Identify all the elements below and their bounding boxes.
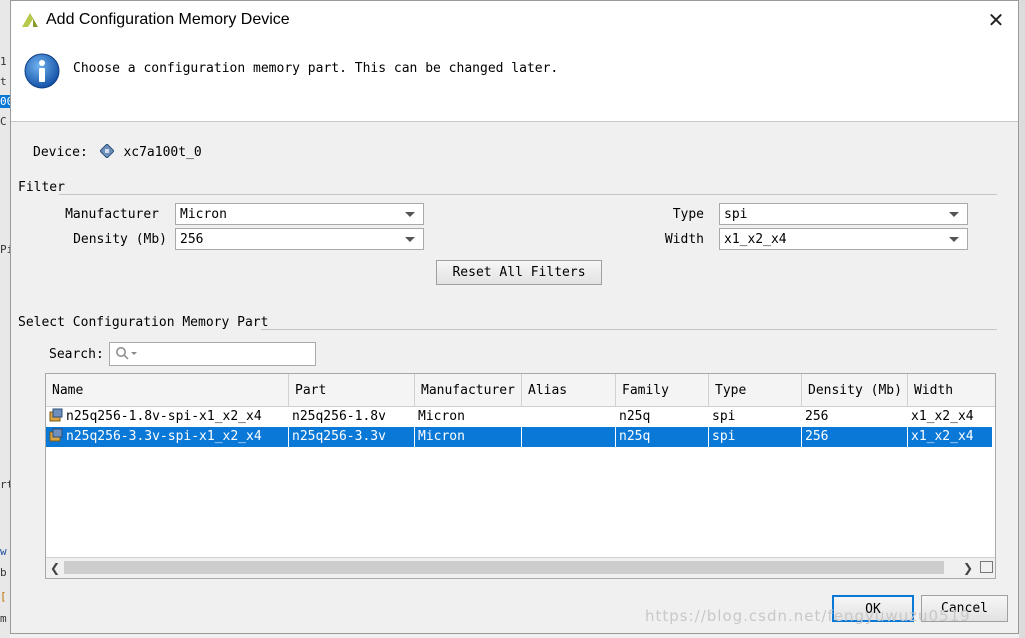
cell-alias <box>522 427 616 447</box>
cell-part: n25q256-3.3v <box>289 427 415 447</box>
memory-part-icon <box>49 408 63 422</box>
cell-density: 256 <box>802 427 908 447</box>
cell-width: x1_x2_x4 <box>911 429 974 444</box>
memory-part-icon <box>49 428 63 442</box>
filter-section-label: Filter <box>18 180 65 195</box>
column-header-width[interactable]: Width <box>908 374 995 406</box>
filter-divider <box>59 194 997 195</box>
column-header-part[interactable]: Part <box>289 374 415 406</box>
search-input[interactable] <box>109 342 316 366</box>
chevron-down-icon <box>949 237 959 242</box>
density-value: 256 <box>180 232 204 247</box>
device-row: Device: xc7a100t_0 <box>33 144 202 160</box>
cell-manufacturer: Micron <box>415 427 522 447</box>
chevron-down-icon <box>405 237 415 242</box>
vivado-logo-icon <box>22 13 38 27</box>
background-fragment: 00 <box>0 95 10 108</box>
close-button[interactable]: ✕ <box>982 7 1010 33</box>
parts-section-label: Select Configuration Memory Part <box>18 315 269 330</box>
column-header-family[interactable]: Family <box>616 374 709 406</box>
title-bar[interactable]: Add Configuration Memory Device ✕ <box>11 1 1018 39</box>
background-fragment: rt <box>0 478 10 491</box>
info-banner: Choose a configuration memory part. This… <box>11 39 1018 122</box>
manufacturer-label: Manufacturer <box>65 207 159 222</box>
column-header-alias[interactable]: Alias <box>522 374 616 406</box>
chevron-down-icon <box>405 212 415 217</box>
cell-alias <box>522 407 616 427</box>
cell-family: n25q <box>616 427 709 447</box>
column-header-type[interactable]: Type <box>709 374 802 406</box>
background-fragment: t <box>0 75 7 88</box>
column-header-name[interactable]: Name <box>46 374 289 406</box>
background-fragment: C <box>0 115 7 128</box>
background-fragment: 1 <box>0 55 7 68</box>
cell-width: x1_x2_x4 <box>911 409 974 424</box>
width-label: Width <box>664 232 704 247</box>
info-icon <box>24 53 60 89</box>
table-header: Name Part Manufacturer Alias Family Type… <box>46 374 995 407</box>
background-fragment: b <box>0 566 7 579</box>
width-value: x1_x2_x4 <box>724 232 787 247</box>
density-select[interactable]: 256 <box>175 228 424 250</box>
parts-table[interactable]: Name Part Manufacturer Alias Family Type… <box>45 373 996 579</box>
column-header-density[interactable]: Density (Mb) <box>802 374 908 406</box>
manufacturer-select[interactable]: Micron <box>175 203 424 225</box>
scrollbar-thumb[interactable] <box>64 561 944 574</box>
type-label: Type <box>672 207 704 222</box>
banner-message: Choose a configuration memory part. This… <box>73 61 559 76</box>
chip-icon <box>99 144 114 158</box>
cell-name: n25q256-3.3v-spi-x1_x2_x4 <box>46 427 289 447</box>
cell-name-text: n25q256-1.8v-spi-x1_x2_x4 <box>66 409 262 424</box>
cell-name: n25q256-1.8v-spi-x1_x2_x4 <box>46 407 289 427</box>
window-title: Add Configuration Memory Device <box>46 11 290 28</box>
width-select[interactable]: x1_x2_x4 <box>719 228 968 250</box>
type-value: spi <box>724 207 748 222</box>
device-label: Device: <box>33 145 88 160</box>
cell-name-text: n25q256-3.3v-spi-x1_x2_x4 <box>66 429 262 444</box>
background-fragment: m <box>0 612 7 625</box>
table-row[interactable]: n25q256-1.8v-spi-x1_x2_x4 n25q256-1.8v M… <box>46 407 992 427</box>
background-fragment: Pi <box>0 243 10 256</box>
table-row-selected[interactable]: n25q256-3.3v-spi-x1_x2_x4 n25q256-3.3v M… <box>46 427 992 447</box>
search-icon <box>116 347 137 360</box>
device-name: xc7a100t_0 <box>123 145 202 160</box>
add-config-memory-dialog: Add Configuration Memory Device ✕ Choose… <box>10 0 1019 634</box>
cell-density: 256 <box>805 409 829 424</box>
column-chooser-icon[interactable] <box>980 561 993 573</box>
chevron-down-icon <box>949 212 959 217</box>
type-select[interactable]: spi <box>719 203 968 225</box>
cell-part: n25q256-1.8v <box>292 409 386 424</box>
density-label: Density (Mb) <box>73 232 167 247</box>
parts-divider <box>261 329 997 330</box>
horizontal-scrollbar[interactable]: ❮ ❯ <box>46 557 995 578</box>
cell-manufacturer: Micron <box>418 409 465 424</box>
watermark-text: https://blog.csdn.net/fengyuwuzu0519 <box>645 607 971 625</box>
reset-filters-button[interactable]: Reset All Filters <box>436 260 602 285</box>
column-header-manufacturer[interactable]: Manufacturer <box>415 374 522 406</box>
cell-type: spi <box>712 409 736 424</box>
search-label: Search: <box>49 347 104 362</box>
background-fragment: [ <box>0 590 7 603</box>
cell-type: spi <box>709 427 802 447</box>
scroll-left-icon[interactable]: ❮ <box>50 561 60 575</box>
manufacturer-value: Micron <box>180 207 227 222</box>
scroll-right-icon[interactable]: ❯ <box>963 561 973 575</box>
cell-family: n25q <box>619 409 651 424</box>
background-fragment: w <box>0 545 7 558</box>
background-window-edge-right <box>1019 0 1025 638</box>
background-window-edge: 1 t 00 C Pi rt w b [ m <box>0 0 10 638</box>
